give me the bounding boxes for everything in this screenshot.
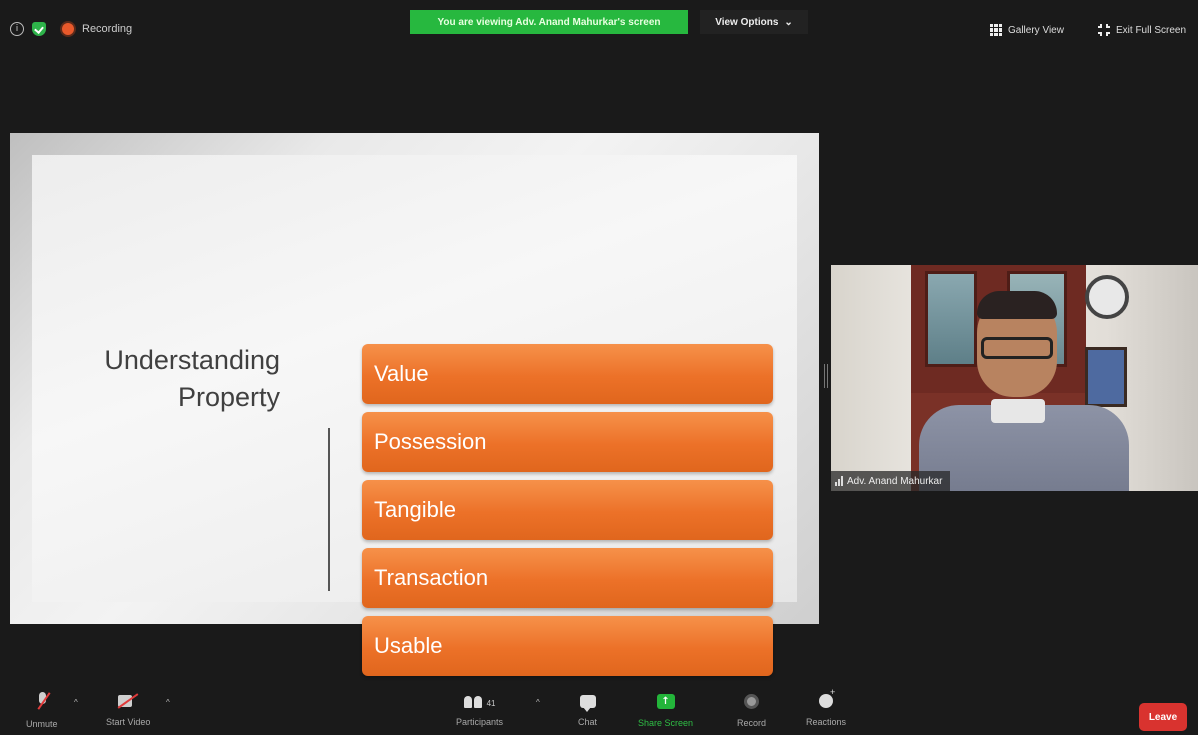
chat-label: Chat bbox=[578, 717, 598, 727]
viewing-screen-banner: You are viewing Adv. Anand Mahurkar's sc… bbox=[410, 10, 688, 34]
slide-item-value: Value bbox=[362, 344, 773, 404]
reactions-label: Reactions bbox=[806, 717, 847, 727]
participants-button[interactable]: 41 Participants bbox=[456, 692, 503, 727]
security-shield-icon[interactable] bbox=[32, 22, 46, 36]
gallery-view-button[interactable]: Gallery View bbox=[990, 20, 1064, 40]
participants-options-caret-icon[interactable]: ^ bbox=[536, 698, 540, 707]
start-video-label: Start Video bbox=[106, 717, 151, 727]
slide-item-tangible: Tangible bbox=[362, 480, 773, 540]
recording-icon bbox=[62, 23, 74, 35]
participants-label: Participants bbox=[456, 717, 504, 727]
participant-hair bbox=[977, 291, 1057, 319]
slide-title: Understanding Property bbox=[104, 342, 280, 416]
participant-video-tile[interactable]: Adv. Anand Mahurkar bbox=[831, 265, 1198, 491]
chevron-down-icon: ⌄ bbox=[784, 16, 793, 28]
slide-title-line2: Property bbox=[177, 382, 280, 412]
record-label: Record bbox=[737, 718, 767, 728]
meeting-status-icons: i Recording bbox=[10, 22, 132, 36]
wall-frame-image bbox=[1085, 347, 1127, 407]
video-off-icon bbox=[118, 694, 138, 708]
gallery-view-label: Gallery View bbox=[1008, 24, 1064, 36]
exit-full-screen-icon bbox=[1098, 24, 1110, 36]
view-options-label: View Options bbox=[715, 16, 779, 28]
recording-label: Recording bbox=[82, 23, 133, 35]
slide-item-list: Value Possession Tangible Transaction Us… bbox=[362, 344, 773, 684]
record-button[interactable]: Record bbox=[737, 692, 766, 728]
grid-icon bbox=[990, 24, 1002, 36]
unmute-button[interactable]: Unmute bbox=[26, 692, 58, 729]
video-cabinet-glass bbox=[925, 271, 977, 367]
exit-full-screen-label: Exit Full Screen bbox=[1116, 24, 1187, 36]
chat-button[interactable]: Chat bbox=[578, 692, 597, 727]
slide-item-transaction: Transaction bbox=[362, 548, 773, 608]
wall-clock-image bbox=[1085, 275, 1129, 319]
participant-collar bbox=[991, 399, 1045, 423]
signal-strength-icon bbox=[835, 476, 843, 486]
participants-count: 41 bbox=[486, 699, 496, 708]
leave-button[interactable]: Leave bbox=[1139, 703, 1187, 731]
video-options-caret-icon[interactable]: ^ bbox=[166, 698, 170, 707]
slide-title-line1: Understanding bbox=[104, 345, 280, 375]
share-screen-button[interactable]: ↑ Share Screen bbox=[638, 692, 693, 728]
shared-screen-slide: Understanding Property Value Possession … bbox=[10, 133, 819, 676]
unmute-label: Unmute bbox=[26, 719, 58, 729]
exit-full-screen-button[interactable]: Exit Full Screen bbox=[1098, 20, 1186, 40]
start-video-button[interactable]: Start Video bbox=[106, 692, 150, 727]
reactions-icon bbox=[819, 687, 835, 708]
share-screen-label: Share Screen bbox=[638, 718, 694, 728]
meeting-top-bar: i Recording You are viewing Adv. Anand M… bbox=[0, 0, 1198, 48]
slide-divider bbox=[328, 428, 330, 591]
participant-name: Adv. Anand Mahurkar bbox=[847, 475, 943, 487]
slide-item-usable: Usable bbox=[362, 616, 773, 676]
reactions-button[interactable]: Reactions bbox=[806, 687, 847, 727]
participant-glasses bbox=[981, 337, 1053, 359]
meeting-toolbar: Unmute ^ Start Video ^ 41 Participants ^… bbox=[0, 687, 1198, 735]
chat-icon bbox=[579, 695, 596, 712]
split-drag-handle[interactable] bbox=[824, 364, 828, 388]
meeting-info-icon[interactable]: i bbox=[10, 22, 24, 36]
audio-options-caret-icon[interactable]: ^ bbox=[74, 698, 78, 707]
share-screen-icon: ↑ bbox=[656, 694, 675, 709]
muted-mic-icon bbox=[36, 692, 48, 710]
slide-item-possession: Possession bbox=[362, 412, 773, 472]
participant-name-label: Adv. Anand Mahurkar bbox=[831, 471, 951, 491]
participants-icon: 41 bbox=[463, 692, 496, 708]
view-options-button[interactable]: View Options ⌄ bbox=[700, 10, 808, 34]
record-icon bbox=[744, 694, 759, 709]
